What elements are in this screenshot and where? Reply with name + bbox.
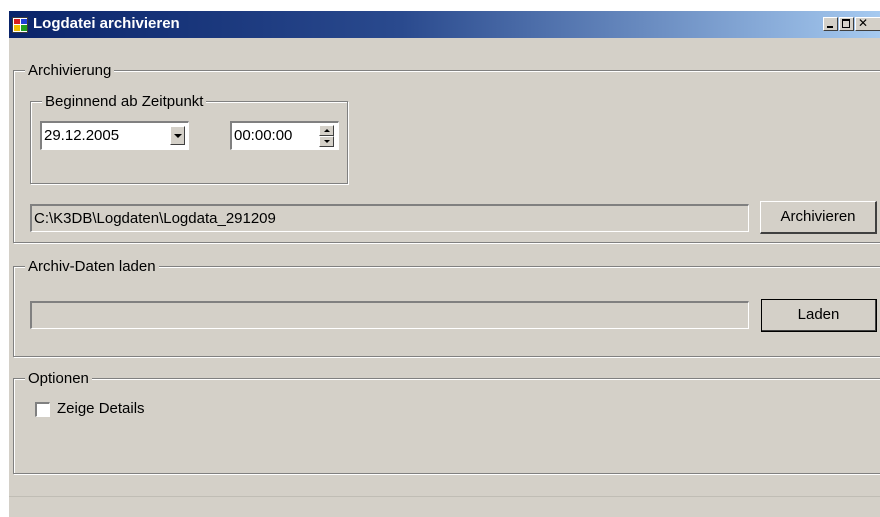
time-spin-up-button[interactable] — [319, 125, 334, 136]
show-details-label[interactable]: Zeige Details — [57, 400, 145, 417]
archive-path-field[interactable]: C:\K3DB\Logdaten\Logdata_291209 — [30, 204, 749, 232]
maximize-button[interactable] — [839, 17, 854, 31]
app-icon — [12, 17, 28, 33]
laden-button-label: Laden — [797, 306, 840, 323]
close-icon: ✕ — [858, 16, 869, 30]
archivieren-button[interactable]: Archivieren — [760, 201, 877, 234]
archivieren-button-label: Archivieren — [780, 208, 856, 225]
date-value: 29.12.2005 — [44, 127, 120, 144]
laden-path-field[interactable] — [30, 301, 749, 329]
optionen-group — [13, 378, 880, 474]
archive-log-window: Logdatei archivieren ✕ Archivierung Begi… — [8, 10, 880, 517]
time-value: 00:00:00 — [234, 127, 293, 144]
archiv-laden-group-label: Archiv-Daten laden — [25, 258, 159, 275]
time-picker[interactable]: 00:00:00 — [230, 121, 339, 150]
status-divider — [9, 496, 880, 497]
window-title: Logdatei archivieren — [33, 15, 180, 32]
title-bar[interactable]: Logdatei archivieren ✕ — [9, 11, 880, 38]
spin-up-icon — [324, 129, 330, 132]
archive-path-value: C:\K3DB\Logdaten\Logdata_291209 — [34, 210, 276, 227]
close-button[interactable]: ✕ — [855, 16, 880, 31]
time-spin-down-button[interactable] — [319, 136, 334, 147]
start-time-group-label: Beginnend ab Zeitpunkt — [42, 93, 207, 110]
minimize-button[interactable] — [823, 17, 838, 31]
chevron-down-icon — [174, 134, 182, 138]
date-dropdown-button[interactable] — [170, 126, 185, 145]
laden-button[interactable]: Laden — [761, 299, 877, 332]
archivierung-group-label: Archivierung — [25, 62, 115, 79]
date-picker[interactable]: 29.12.2005 — [40, 121, 189, 150]
spin-down-icon — [324, 140, 330, 143]
show-details-checkbox[interactable] — [35, 402, 50, 417]
optionen-group-label: Optionen — [25, 370, 92, 387]
